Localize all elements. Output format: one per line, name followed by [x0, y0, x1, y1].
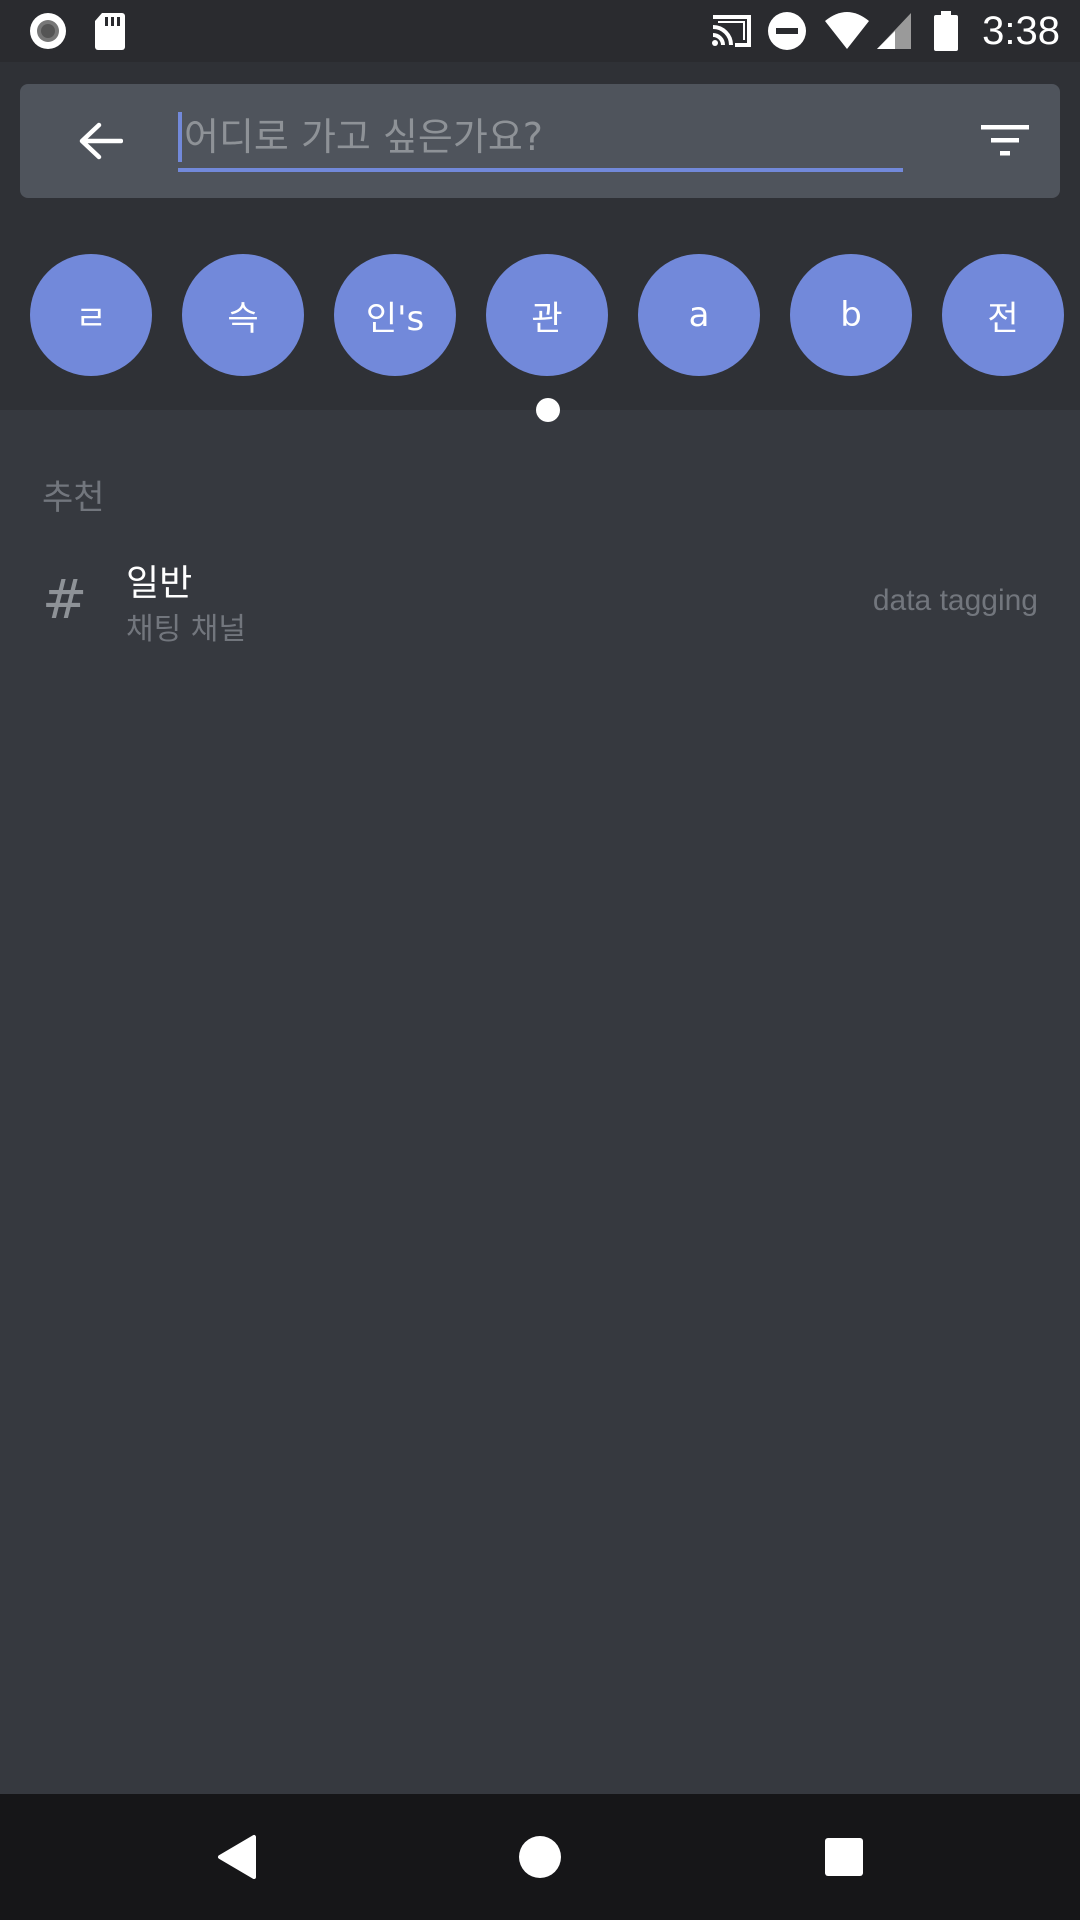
server-icon-selected[interactable]: 관 [486, 254, 608, 376]
server-icon[interactable]: 슥 [182, 254, 304, 376]
nav-home-button[interactable] [510, 1827, 570, 1887]
sd-card-icon [92, 0, 128, 62]
battery-icon [932, 0, 960, 62]
wifi-icon [822, 0, 872, 62]
nav-recents-button[interactable] [814, 1827, 874, 1887]
record-icon [26, 0, 70, 62]
section-title: 추천 [42, 478, 105, 518]
quick-switcher-header: ㄹ 슥 인's 관 a b 전 [0, 62, 1080, 422]
channel-row[interactable]: # 일반 채팅 채널 data tagging [0, 548, 1080, 658]
search-input[interactable] [178, 106, 903, 168]
server-icon[interactable]: ㄹ [30, 254, 152, 376]
home-circle-icon [519, 1836, 561, 1878]
server-list: ㄹ 슥 인's 관 a b 전 [0, 254, 1080, 376]
status-bar: 3:38 [0, 0, 1080, 62]
nav-back-button[interactable] [206, 1827, 266, 1887]
arrow-left-icon [79, 122, 123, 160]
status-time: 3:38 [982, 9, 1060, 53]
cast-icon [708, 0, 754, 62]
channel-name: 일반 [126, 563, 193, 604]
channel-server-name: data tagging [872, 584, 1038, 617]
navigation-bar [0, 1794, 1080, 1920]
channel-description: 채팅 채널 [126, 612, 246, 647]
search-field[interactable] [178, 106, 903, 172]
search-bar [20, 84, 1060, 198]
server-icon[interactable]: 전 [942, 254, 1064, 376]
back-triangle-icon [218, 1835, 256, 1879]
selected-indicator [536, 398, 560, 422]
back-button[interactable] [70, 111, 130, 171]
filter-icon [981, 125, 1029, 156]
server-icon[interactable]: a [638, 254, 760, 376]
do-not-disturb-icon [766, 0, 808, 62]
server-icon[interactable]: 인's [334, 254, 456, 376]
recents-square-icon [825, 1838, 863, 1876]
server-icon[interactable]: b [790, 254, 912, 376]
filter-button[interactable] [970, 111, 1040, 171]
cell-signal-icon [874, 0, 914, 62]
hash-icon: # [42, 568, 88, 631]
